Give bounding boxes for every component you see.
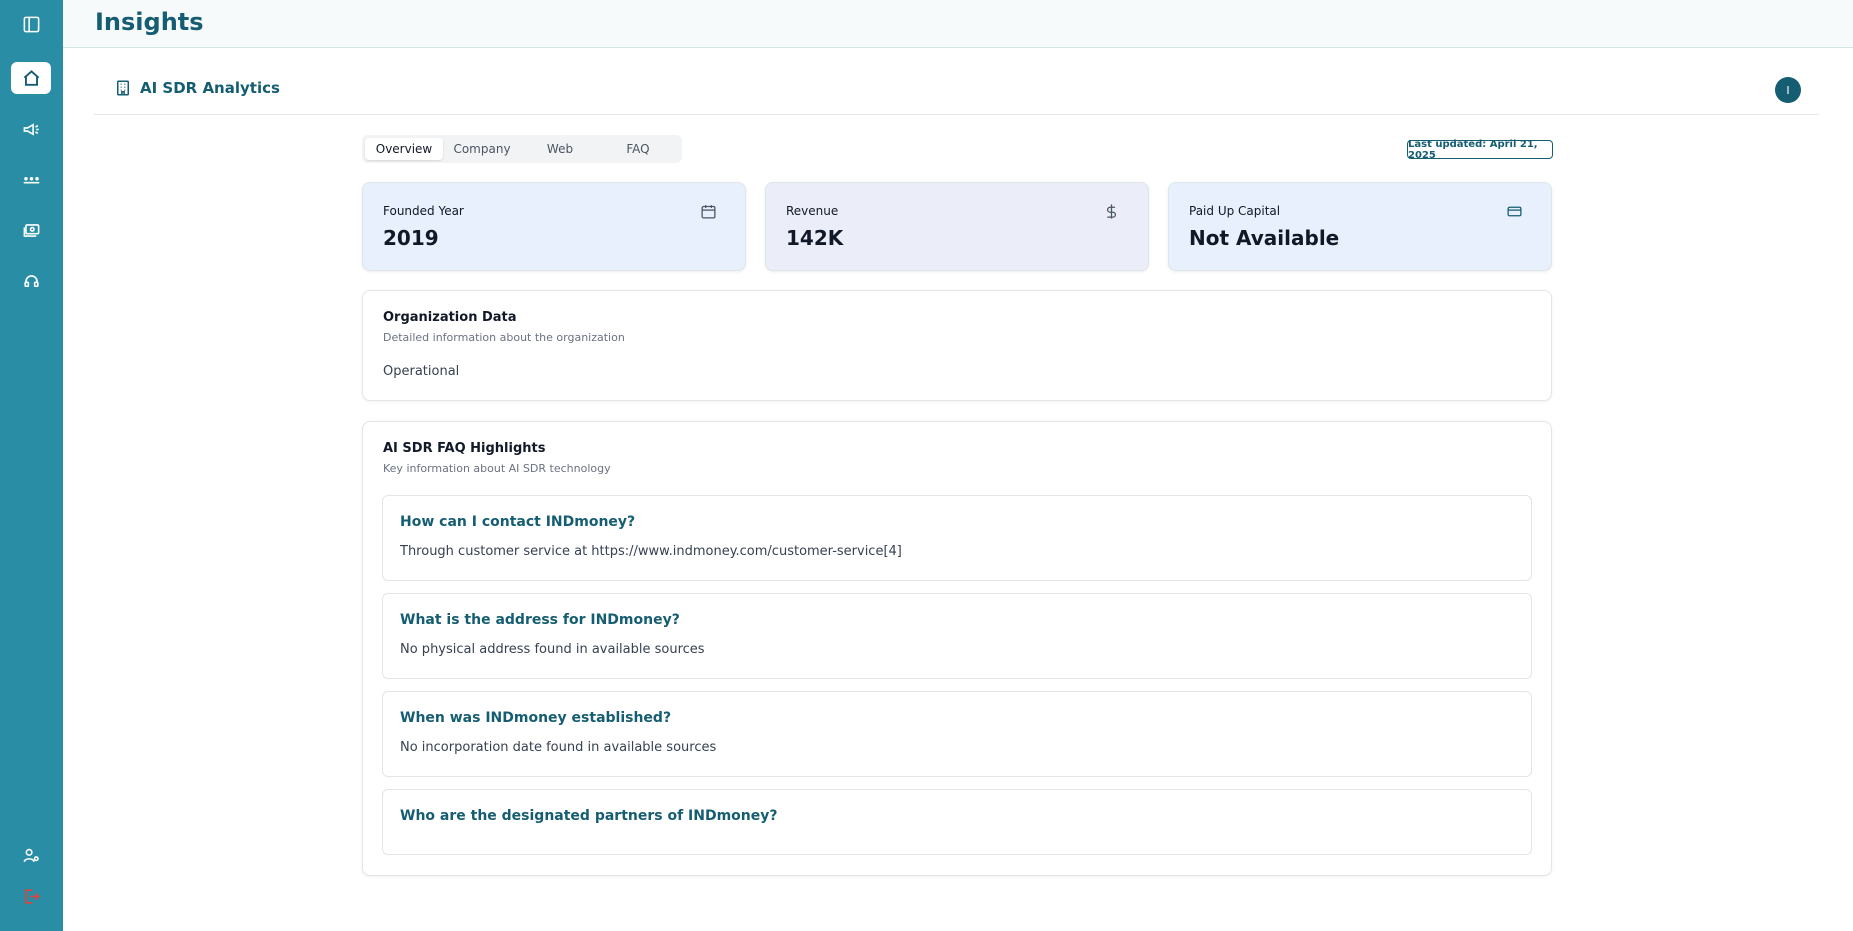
stat-label: Paid Up Capital	[1189, 204, 1281, 218]
faq-question: Who are the designated partners of INDmo…	[400, 808, 778, 824]
megaphone-icon	[23, 122, 39, 136]
organization-card: Organization Data Detailed information a…	[362, 290, 1552, 401]
nav-home[interactable]	[11, 62, 51, 94]
tab-web[interactable]: Web	[521, 138, 599, 160]
stat-value: 142K	[786, 226, 844, 250]
panel-toggle-icon	[23, 16, 39, 32]
last-updated-badge: Last updated: April 21, 2025	[1407, 139, 1553, 161]
faq-question: When was INDmoney established?	[400, 710, 672, 726]
stat-value: Not Available	[1189, 226, 1340, 250]
faq-item[interactable]: Who are the designated partners of INDmo…	[382, 789, 1532, 855]
nav-more[interactable]	[11, 163, 51, 195]
faq-answer: No incorporation date found in available…	[400, 740, 717, 755]
tab-faq[interactable]: FAQ	[599, 138, 677, 160]
section-title: AI SDR Analytics	[140, 79, 280, 97]
faq-item[interactable]: When was INDmoney established? No incorp…	[382, 691, 1532, 777]
building-icon	[117, 80, 129, 96]
logout-icon	[24, 888, 40, 904]
top-bar: Insights	[63, 0, 1853, 48]
card-title: AI SDR FAQ Highlights	[383, 441, 546, 456]
stat-label: Founded Year	[383, 204, 464, 218]
faq-answer: Through customer service at https://www.…	[400, 544, 902, 559]
tab-company[interactable]: Company	[443, 138, 521, 160]
stat-value: 2019	[383, 226, 439, 250]
faq-question: How can I contact INDmoney?	[400, 514, 636, 530]
avatar[interactable]: I	[1775, 77, 1801, 103]
page-title: Insights	[95, 8, 204, 36]
section-header: AI SDR Analytics I	[94, 68, 1819, 115]
nav-user-settings[interactable]	[11, 839, 51, 871]
faq-question: What is the address for INDmoney?	[400, 612, 680, 628]
credit-card-icon	[1507, 206, 1522, 217]
faq-answer: No physical address found in available s…	[400, 642, 705, 657]
faq-item[interactable]: How can I contact INDmoney? Through cust…	[382, 495, 1532, 581]
faq-card: AI SDR FAQ Highlights Key information ab…	[362, 421, 1552, 876]
cash-icon	[23, 223, 39, 237]
stat-card-revenue: Revenue 142K	[765, 182, 1149, 271]
card-subtitle: Detailed information about the organizat…	[383, 331, 625, 344]
faq-item[interactable]: What is the address for INDmoney? No phy…	[382, 593, 1532, 679]
card-subtitle: Key information about AI SDR technology	[383, 462, 611, 475]
dots-icon	[23, 176, 39, 183]
stat-label: Revenue	[786, 204, 839, 218]
nav-support[interactable]	[11, 265, 51, 297]
home-icon	[23, 69, 39, 86]
calendar-icon	[701, 205, 716, 219]
stat-card-founded-year: Founded Year 2019	[362, 182, 746, 271]
nav-billing[interactable]	[11, 214, 51, 246]
user-settings-icon	[23, 848, 39, 862]
card-title: Organization Data	[383, 310, 517, 325]
tab-bar: Overview Company Web FAQ	[362, 135, 682, 163]
nav-campaigns[interactable]	[11, 113, 51, 145]
dollar-icon	[1106, 204, 1117, 219]
sidebar	[0, 0, 63, 931]
organization-status: Operational	[383, 364, 460, 379]
logout-button[interactable]	[11, 880, 51, 912]
panel-toggle-button[interactable]	[11, 8, 51, 40]
tab-overview[interactable]: Overview	[365, 138, 443, 160]
stat-card-paid-up-capital: Paid Up Capital Not Available	[1168, 182, 1552, 271]
support-icon	[23, 274, 39, 287]
